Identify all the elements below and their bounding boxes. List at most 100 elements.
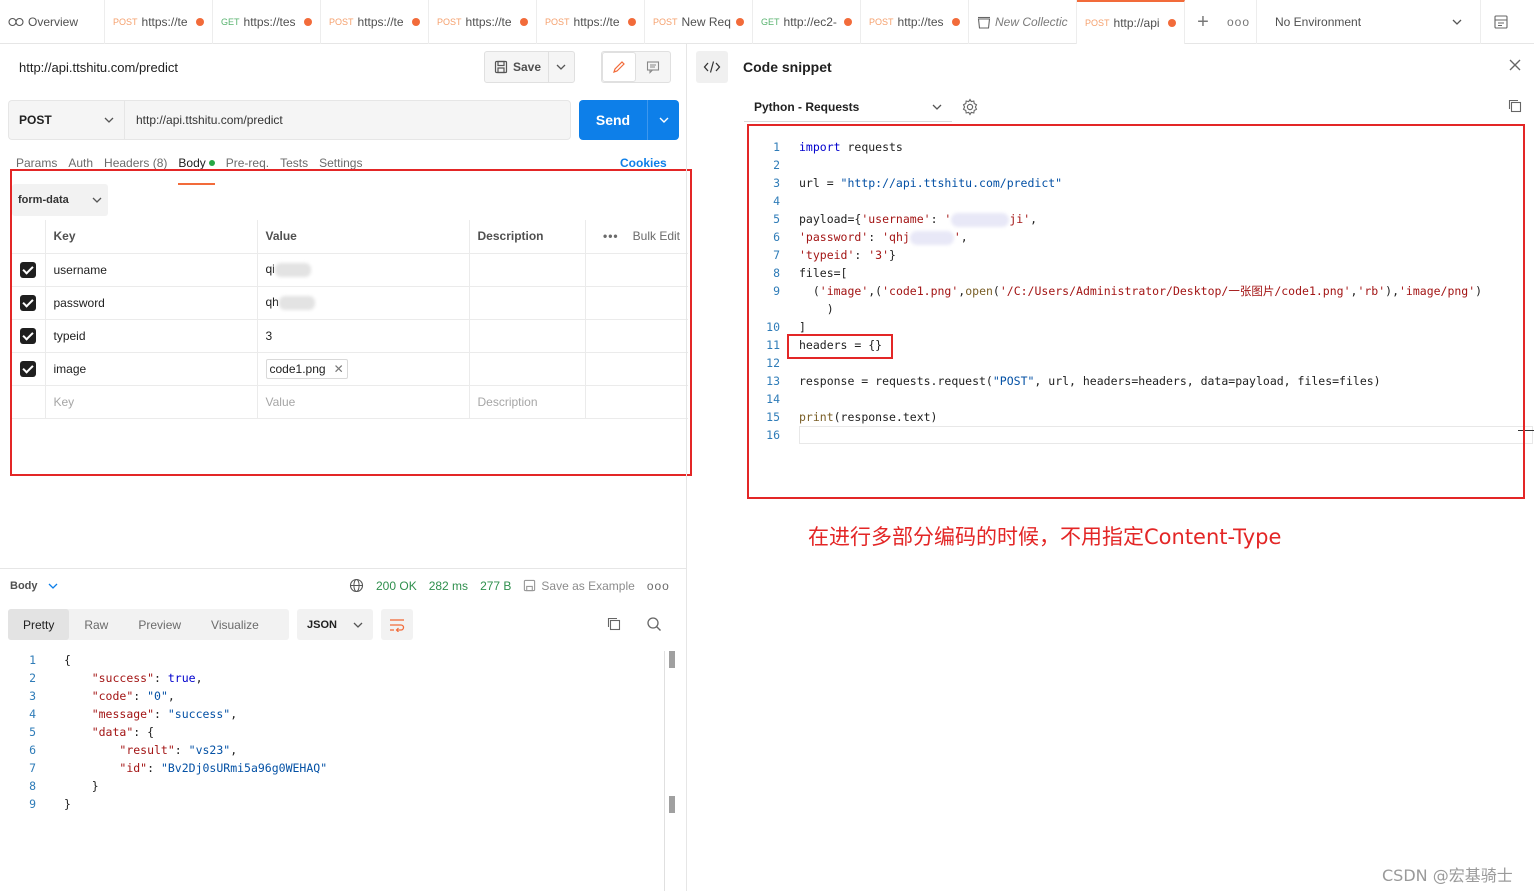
panel-divider[interactable] bbox=[686, 44, 687, 891]
save-as-example-label: Save as Example bbox=[541, 578, 635, 593]
search-icon[interactable] bbox=[646, 616, 662, 632]
tab-overview[interactable]: Overview bbox=[0, 0, 105, 44]
cookies-link[interactable]: Cookies bbox=[620, 156, 667, 170]
send-options-button[interactable] bbox=[647, 100, 679, 140]
more-icon[interactable]: ••• bbox=[603, 229, 619, 243]
tab-settings[interactable]: Settings bbox=[319, 156, 362, 176]
environment-quick-look-button[interactable] bbox=[1481, 0, 1521, 44]
chevron-down-icon bbox=[353, 622, 363, 628]
url-input[interactable] bbox=[124, 100, 571, 140]
code-snippet-toggle[interactable] bbox=[696, 51, 728, 83]
line-number: 6 bbox=[29, 743, 36, 757]
remove-file-icon[interactable]: ✕ bbox=[334, 362, 344, 376]
more-tabs-icon[interactable]: ooo bbox=[1221, 0, 1257, 44]
row-checkbox[interactable] bbox=[20, 360, 37, 377]
value-cell[interactable]: 3 bbox=[257, 319, 470, 353]
table-row: password qh bbox=[12, 286, 688, 320]
language-select[interactable]: Python - Requests bbox=[744, 92, 952, 122]
value-cell[interactable]: qi bbox=[257, 253, 470, 287]
description-cell[interactable] bbox=[469, 253, 586, 287]
description-cell[interactable] bbox=[469, 286, 586, 320]
new-tab-button[interactable]: + bbox=[1185, 0, 1221, 44]
tab-method: POST bbox=[437, 17, 462, 27]
body-mode-value: form-data bbox=[18, 194, 69, 206]
snippet-code[interactable]: 1 import requests 2 3 url = "http://api.ttsh… bbox=[752, 138, 1522, 444]
line-number: 6 bbox=[773, 230, 780, 244]
view-tab-pretty[interactable]: Pretty bbox=[8, 609, 70, 640]
line-number: 8 bbox=[773, 266, 780, 280]
status-badge[interactable]: 200 OK bbox=[376, 579, 417, 593]
unsaved-dot-icon bbox=[952, 18, 960, 26]
row-key: username bbox=[53, 262, 107, 277]
row-checkbox[interactable] bbox=[20, 261, 37, 278]
key-cell[interactable]: typeid bbox=[45, 319, 258, 353]
save-button[interactable]: Save bbox=[484, 51, 575, 83]
line-number: 14 bbox=[766, 392, 780, 406]
value-placeholder[interactable]: Value bbox=[257, 385, 470, 419]
description-placeholder[interactable]: Description bbox=[469, 385, 586, 419]
row-checkbox[interactable] bbox=[20, 294, 37, 311]
request-tab[interactable]: POST New Req bbox=[645, 0, 753, 44]
table-row-placeholder: Key Value Description bbox=[12, 385, 688, 419]
request-tab[interactable]: POST https://te bbox=[537, 0, 645, 44]
view-tab-raw[interactable]: Raw bbox=[69, 609, 123, 640]
response-body-code[interactable]: 1{2 "success": true, 3 "code": "0", 4 "mes… bbox=[0, 651, 664, 813]
code-text: ) bbox=[799, 302, 834, 316]
request-tab[interactable]: POST http://tes bbox=[861, 0, 969, 44]
line-number: 2 bbox=[773, 158, 780, 172]
tab-params[interactable]: Params bbox=[16, 156, 57, 176]
tab-label: New Req bbox=[681, 15, 731, 29]
line-number: 5 bbox=[29, 725, 36, 739]
copy-icon[interactable] bbox=[1507, 98, 1523, 114]
description-cell[interactable] bbox=[469, 319, 586, 353]
request-tab[interactable]: POST https://te bbox=[105, 0, 213, 44]
bulk-edit-link[interactable]: Bulk Edit bbox=[633, 229, 680, 243]
tab-method: POST bbox=[653, 17, 678, 27]
globe-icon[interactable] bbox=[349, 578, 364, 593]
row-checkbox[interactable] bbox=[20, 327, 37, 344]
close-icon[interactable] bbox=[1508, 58, 1522, 72]
row-key: typeid bbox=[53, 328, 86, 343]
request-tab[interactable]: POST https://te bbox=[321, 0, 429, 44]
value-cell[interactable]: qh bbox=[257, 286, 470, 320]
description-cell[interactable] bbox=[469, 352, 586, 386]
value-cell[interactable]: code1.png ✕ bbox=[257, 352, 470, 386]
tab-tests[interactable]: Tests bbox=[280, 156, 308, 176]
key-placeholder[interactable]: Key bbox=[45, 385, 258, 419]
send-button[interactable]: Send bbox=[579, 100, 679, 140]
save-as-example-button[interactable]: Save as Example bbox=[523, 578, 635, 593]
body-mode-select[interactable]: form-data bbox=[12, 184, 108, 216]
view-tab-visualize[interactable]: Visualize bbox=[196, 609, 274, 640]
response-size[interactable]: 277 B bbox=[480, 579, 511, 593]
key-cell[interactable]: username bbox=[45, 253, 258, 287]
request-tab[interactable]: New Collectic bbox=[969, 0, 1077, 44]
gear-icon[interactable] bbox=[961, 98, 979, 116]
key-cell[interactable]: password bbox=[45, 286, 258, 320]
tab-headers[interactable]: Headers (8) bbox=[104, 156, 167, 176]
tab-auth[interactable]: Auth bbox=[68, 156, 93, 176]
value-header: Value bbox=[257, 220, 470, 254]
key-cell[interactable]: image bbox=[45, 352, 258, 386]
request-tab[interactable]: GET http://ec2- bbox=[753, 0, 861, 44]
tab-prereq[interactable]: Pre-req. bbox=[226, 156, 269, 176]
request-tab[interactable]: POST http://api bbox=[1077, 0, 1185, 44]
edit-mode-button[interactable] bbox=[602, 52, 637, 82]
scrollbar-thumb[interactable] bbox=[669, 651, 675, 668]
format-select[interactable]: JSON bbox=[297, 609, 373, 640]
response-time[interactable]: 282 ms bbox=[429, 579, 468, 593]
request-tab[interactable]: POST https://te bbox=[429, 0, 537, 44]
method-select[interactable]: POST bbox=[8, 100, 124, 140]
tab-body[interactable]: Body bbox=[178, 156, 216, 185]
save-options-button[interactable] bbox=[547, 52, 574, 82]
code-line: 1{ bbox=[0, 651, 664, 669]
copy-icon[interactable] bbox=[606, 616, 622, 632]
request-tab[interactable]: GET https://tes bbox=[213, 0, 321, 44]
more-icon[interactable]: ooo bbox=[647, 579, 670, 593]
view-tab-preview[interactable]: Preview bbox=[123, 609, 196, 640]
response-section-select[interactable]: Body bbox=[10, 580, 58, 592]
comment-mode-button[interactable] bbox=[636, 52, 670, 82]
scrollbar-thumb[interactable] bbox=[669, 796, 675, 813]
file-chip[interactable]: code1.png ✕ bbox=[265, 358, 348, 379]
environment-select[interactable]: No Environment bbox=[1257, 0, 1481, 44]
wrap-lines-button[interactable] bbox=[381, 609, 413, 640]
